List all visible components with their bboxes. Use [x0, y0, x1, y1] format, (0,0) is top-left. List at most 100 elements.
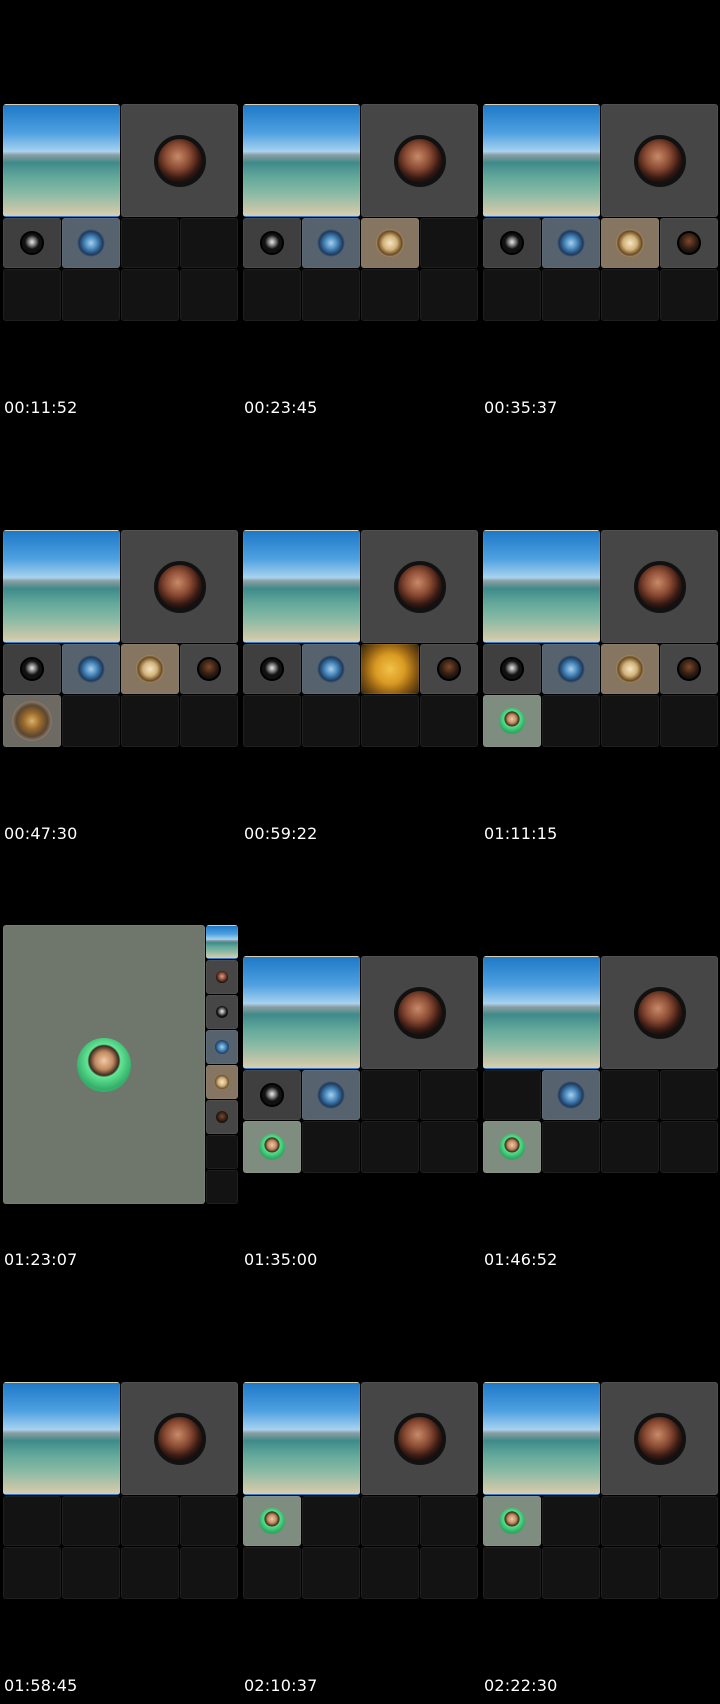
frame-00-59-22 [243, 530, 478, 748]
timestamp: 00:59:22 [244, 824, 318, 843]
empty-tile [121, 269, 179, 321]
cartoon-boy-avatar-icon [499, 1134, 525, 1160]
dragon-avatar-icon [215, 1040, 229, 1054]
frame-02-10-37 [243, 1382, 478, 1600]
participant-tile[interactable] [302, 1070, 360, 1120]
timestamp: 00:23:45 [244, 398, 318, 417]
participant-tile[interactable] [302, 218, 360, 268]
filmstrip-tile[interactable] [206, 1100, 238, 1134]
dark-hair-woman-avatar-icon [437, 657, 461, 681]
beach-scene-tile[interactable] [3, 530, 120, 643]
empty-tile [121, 1547, 179, 1599]
participant-tile[interactable] [121, 644, 179, 694]
speaker-tile[interactable] [121, 1382, 238, 1495]
empty-tile [121, 1496, 179, 1546]
empty-tile [302, 695, 360, 747]
empty-tile [483, 1547, 541, 1599]
participant-tile[interactable] [3, 218, 61, 268]
empty-tile [660, 1121, 718, 1173]
empty-tile [420, 269, 478, 321]
participant-tile[interactable] [3, 644, 61, 694]
cartoon-boy-avatar-icon [499, 1508, 525, 1534]
filmstrip-tile[interactable] [206, 960, 238, 994]
participant-tile[interactable] [483, 695, 541, 747]
cookie-avatar-icon [616, 655, 644, 683]
speaker-tile[interactable] [601, 104, 718, 217]
participant-tile[interactable] [243, 644, 301, 694]
beach-scene-tile[interactable] [483, 956, 600, 1069]
timestamp: 01:46:52 [484, 1250, 558, 1269]
participant-tile[interactable] [542, 1070, 600, 1120]
participant-tile[interactable] [62, 644, 120, 694]
beach-scene-tile[interactable] [243, 530, 360, 643]
participant-tile[interactable] [3, 695, 61, 747]
active-speaker-tile[interactable] [3, 925, 205, 1204]
participant-tile[interactable] [542, 644, 600, 694]
participant-tile[interactable] [243, 218, 301, 268]
beach-scene-tile[interactable] [243, 956, 360, 1069]
beach-scene-tile[interactable] [3, 104, 120, 217]
beach-scene-tile[interactable] [483, 530, 600, 643]
empty-tile [361, 1547, 419, 1599]
timestamp: 02:22:30 [484, 1676, 558, 1695]
orange-video-tile[interactable] [361, 644, 419, 694]
dark-hair-woman-avatar-icon [216, 1111, 228, 1123]
participant-tile[interactable] [483, 1496, 541, 1546]
participant-tile[interactable] [62, 218, 120, 268]
participant-tile[interactable] [483, 1121, 541, 1173]
participant-tile[interactable] [601, 218, 659, 268]
participant-tile[interactable] [483, 218, 541, 268]
speaker-tile[interactable] [601, 1382, 718, 1495]
participant-tile[interactable] [483, 644, 541, 694]
beach-scene-tile[interactable] [483, 104, 600, 217]
timestamp: 01:58:45 [4, 1676, 78, 1695]
speaker-tile[interactable] [121, 530, 238, 643]
beach-scene-tile[interactable] [483, 1382, 600, 1495]
empty-tile [601, 695, 659, 747]
frame-01-46-52 [483, 956, 718, 1174]
participant-tile[interactable] [601, 644, 659, 694]
woman-avatar-icon [633, 134, 686, 187]
monochrome-avatar-icon [20, 231, 44, 255]
cartoon-boy-avatar-icon [259, 1508, 285, 1534]
filmstrip-tile[interactable] [206, 925, 238, 959]
speaker-tile[interactable] [361, 104, 478, 217]
filmstrip-tile[interactable] [206, 1030, 238, 1064]
cookie-avatar-icon [616, 229, 644, 257]
filmstrip-tile[interactable] [206, 1065, 238, 1099]
empty-tile [3, 1496, 61, 1546]
participant-tile[interactable] [302, 644, 360, 694]
empty-tile [420, 695, 478, 747]
participant-tile[interactable] [243, 1070, 301, 1120]
speaker-tile[interactable] [361, 530, 478, 643]
empty-tile [420, 1121, 478, 1173]
empty-tile [121, 218, 179, 268]
empty-tile [601, 1496, 659, 1546]
empty-tile [420, 1070, 478, 1120]
cartoon-boy-avatar-icon [259, 1134, 285, 1160]
beach-scene-tile[interactable] [243, 1382, 360, 1495]
monochrome-avatar-icon [500, 231, 524, 255]
empty-tile [542, 269, 600, 321]
participant-tile[interactable] [660, 644, 718, 694]
empty-tile [542, 1547, 600, 1599]
participant-tile[interactable] [420, 644, 478, 694]
participant-tile[interactable] [180, 644, 238, 694]
participant-tile[interactable] [542, 218, 600, 268]
empty-tile [180, 1547, 238, 1599]
participant-tile[interactable] [243, 1496, 301, 1546]
filmstrip-tile[interactable] [206, 995, 238, 1029]
empty-tile [302, 1121, 360, 1173]
speaker-tile[interactable] [361, 956, 478, 1069]
participant-tile[interactable] [660, 218, 718, 268]
timestamp: 00:35:37 [484, 398, 558, 417]
empty-tile [420, 218, 478, 268]
participant-tile[interactable] [361, 218, 419, 268]
speaker-tile[interactable] [361, 1382, 478, 1495]
speaker-tile[interactable] [601, 956, 718, 1069]
speaker-tile[interactable] [601, 530, 718, 643]
beach-scene-tile[interactable] [243, 104, 360, 217]
beach-scene-tile[interactable] [3, 1382, 120, 1495]
speaker-tile[interactable] [121, 104, 238, 217]
participant-tile[interactable] [243, 1121, 301, 1173]
